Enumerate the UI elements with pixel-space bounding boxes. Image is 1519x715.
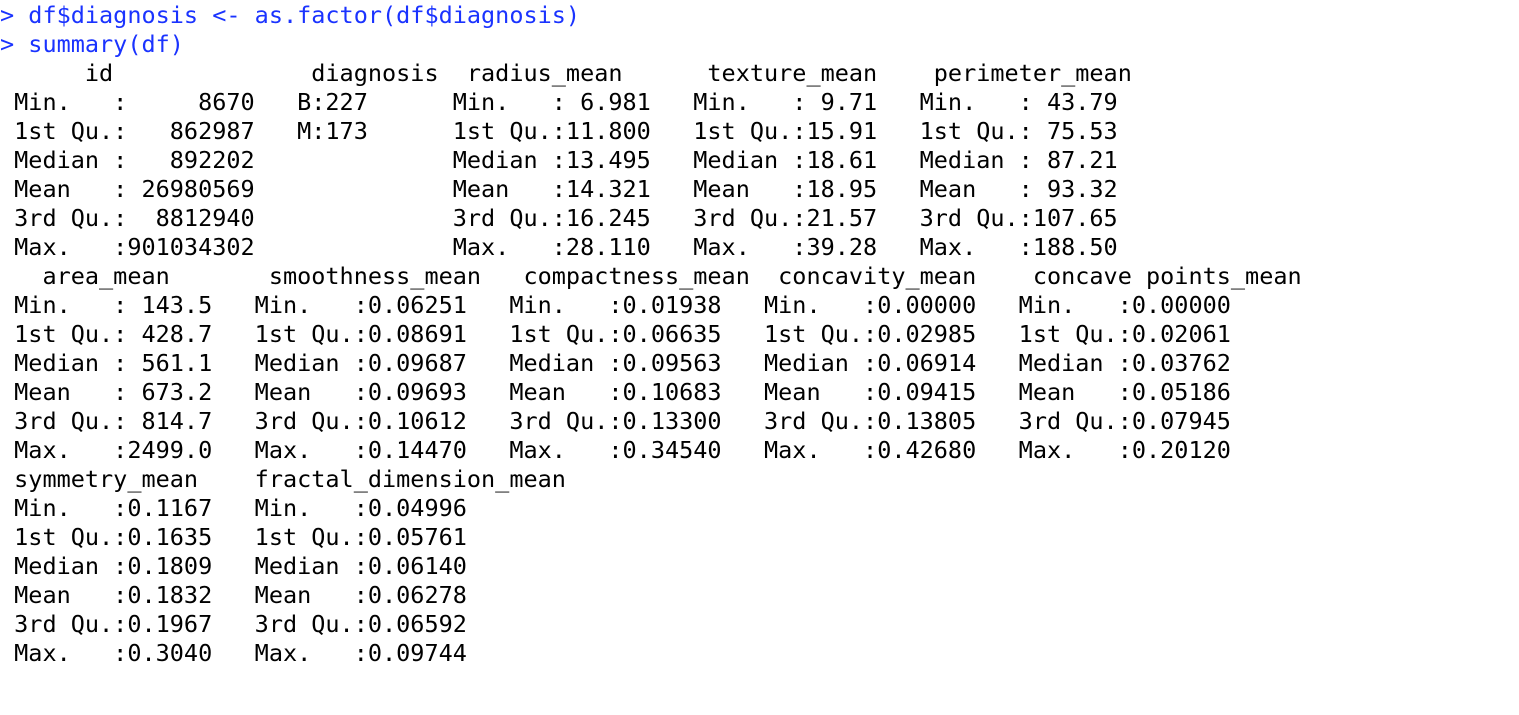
summary-stat-row: Median : 561.1 Median :0.09687 Median :0…: [0, 349, 1274, 377]
summary-stat-row: Min. :0.1167 Min. :0.04996: [0, 494, 566, 522]
summary-stat-row: 3rd Qu.: 8812940 3rd Qu.:16.245 3rd Qu.:…: [0, 204, 1147, 232]
summary-stat-row: Median :0.1809 Median :0.06140: [0, 552, 566, 580]
prompt: >: [0, 1, 29, 29]
summary-stat-row: 1st Qu.: 862987 M:173 1st Qu.:11.800 1st…: [0, 117, 1147, 145]
summary-stat-row: Max. :0.3040 Max. :0.09744: [0, 639, 566, 667]
summary-stat-row: Median : 892202 Median :13.495 Median :1…: [0, 146, 1147, 174]
summary-stat-row: Max. :901034302 Max. :28.110 Max. :39.28…: [0, 233, 1147, 261]
r-console[interactable]: > df$diagnosis <- as.factor(df$diagnosis…: [0, 0, 1519, 715]
command-line: > summary(df): [0, 30, 1519, 59]
summary-header-row: symmetry_mean fractal_dimension_mean: [0, 465, 566, 493]
summary-stat-row: Mean : 673.2 Mean :0.09693 Mean :0.10683…: [0, 378, 1274, 406]
summary-stat-row: 1st Qu.:0.1635 1st Qu.:0.05761: [0, 523, 566, 551]
summary-stat-row: Max. :2499.0 Max. :0.14470 Max. :0.34540…: [0, 436, 1274, 464]
summary-stat-row: Mean :0.1832 Mean :0.06278: [0, 581, 566, 609]
summary-stat-row: Mean : 26980569 Mean :14.321 Mean :18.95…: [0, 175, 1147, 203]
summary-stat-row: 3rd Qu.:0.1967 3rd Qu.:0.06592: [0, 610, 566, 638]
command-text: summary(df): [28, 30, 184, 58]
command-line: > df$diagnosis <- as.factor(df$diagnosis…: [0, 1, 1519, 30]
prompt: >: [0, 30, 29, 58]
summary-stat-row: 3rd Qu.: 814.7 3rd Qu.:0.10612 3rd Qu.:0…: [0, 407, 1274, 435]
summary-stat-row: 1st Qu.: 428.7 1st Qu.:0.08691 1st Qu.:0…: [0, 320, 1274, 348]
summary-header-row: id diagnosis radius_mean texture_mean pe…: [0, 59, 1161, 87]
summary-stat-row: Min. : 143.5 Min. :0.06251 Min. :0.01938…: [0, 291, 1274, 319]
summary-stat-row: Min. : 8670 B:227 Min. : 6.981 Min. : 9.…: [0, 88, 1147, 116]
summary-header-row: area_mean smoothness_mean compactness_me…: [0, 262, 1302, 290]
command-text: df$diagnosis <- as.factor(df$diagnosis): [28, 1, 581, 29]
